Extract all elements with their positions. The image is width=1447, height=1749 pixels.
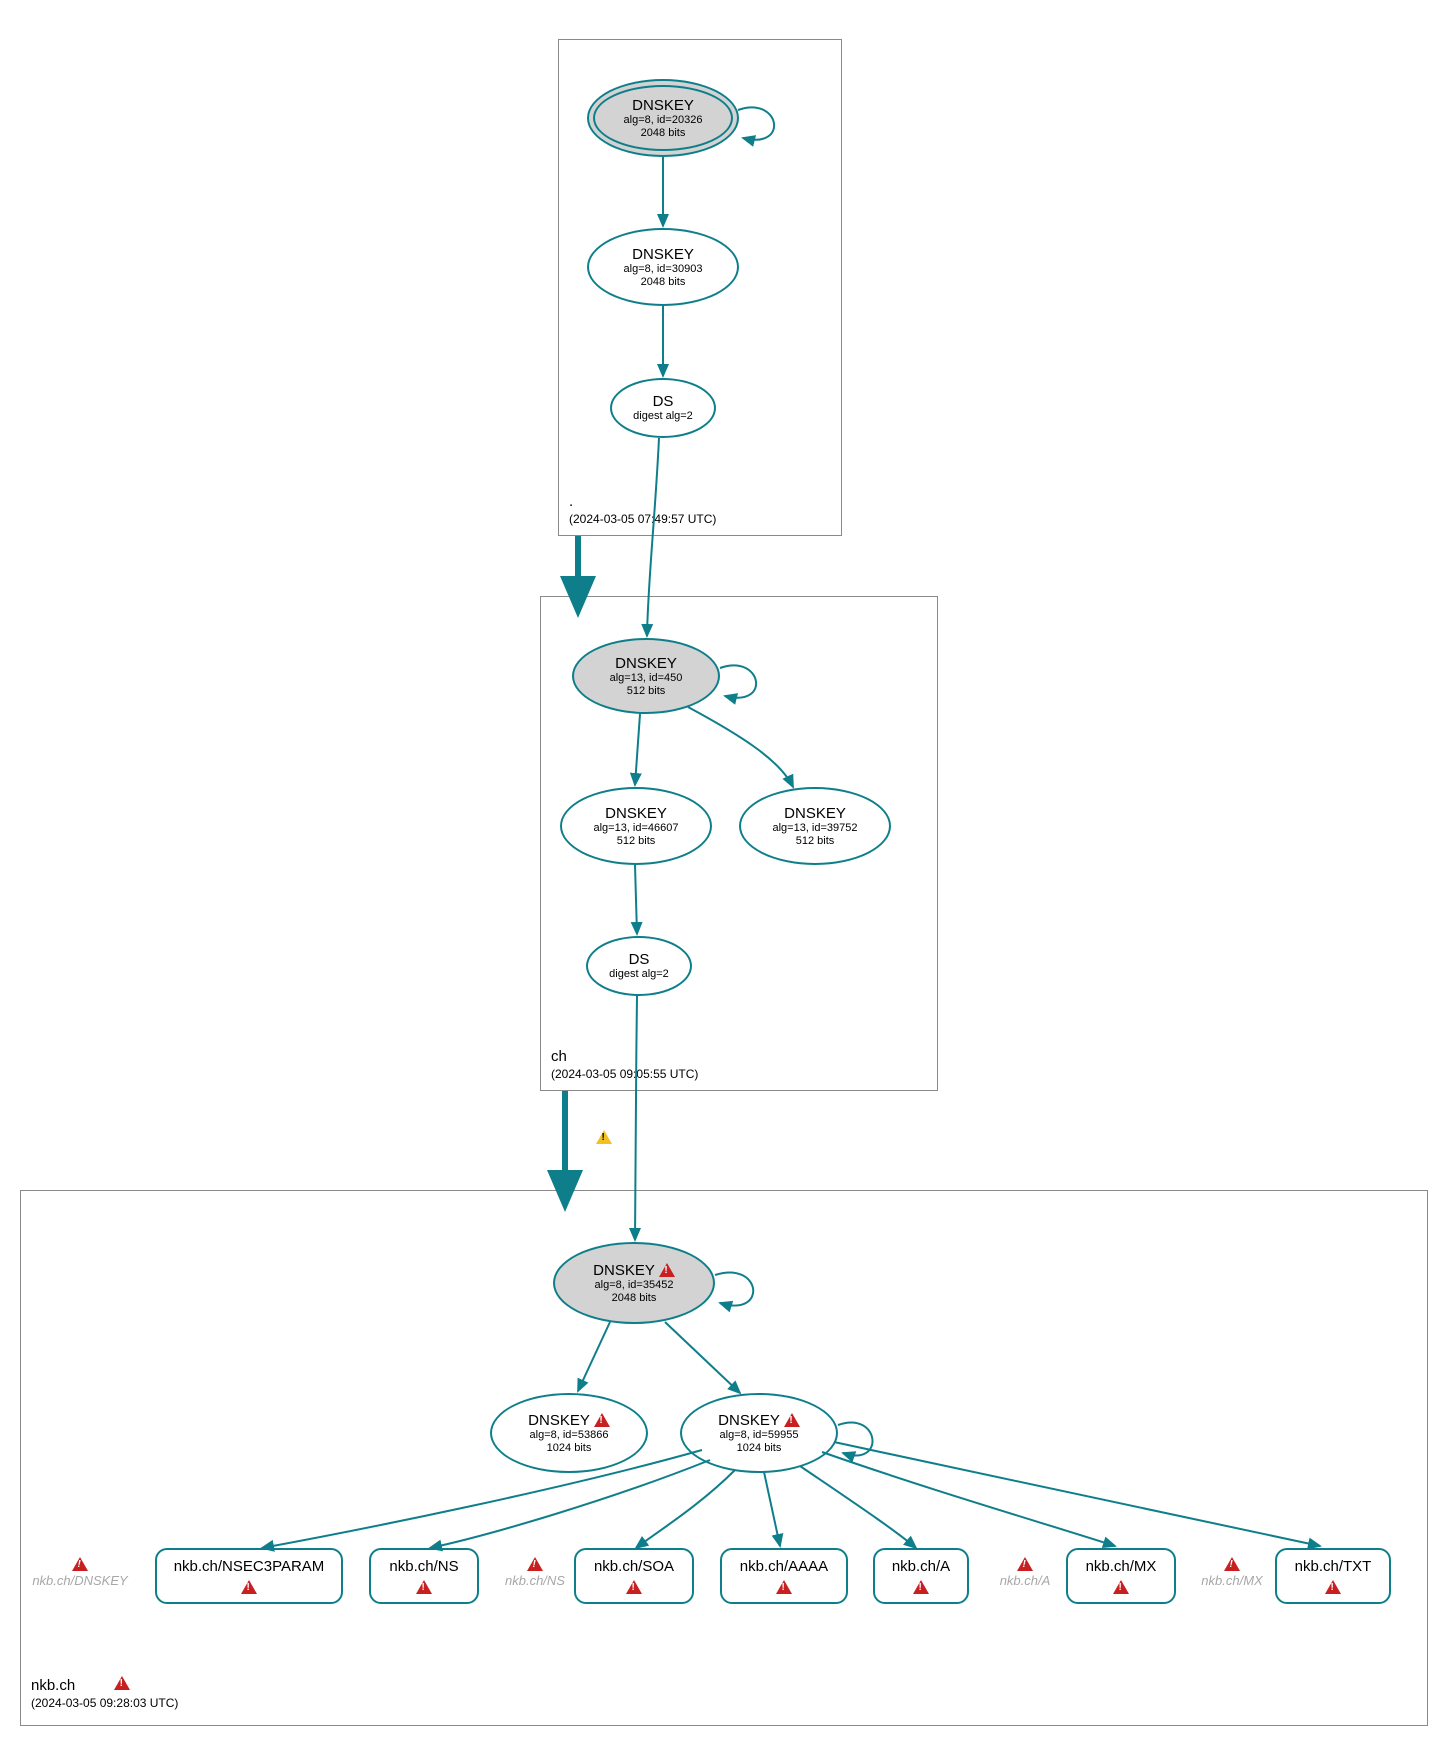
- warning-icon: [114, 1676, 130, 1690]
- zone-root-label: . (2024-03-05 07:49:57 UTC): [569, 493, 716, 527]
- node-ch-zsk2: DNSKEY alg=13, id=39752 512 bits: [739, 787, 891, 865]
- node-nkb-ksk: DNSKEY alg=8, id=35452 2048 bits: [553, 1242, 715, 1324]
- warning-icon: [1017, 1557, 1033, 1571]
- node-ch-ksk: DNSKEY alg=13, id=450 512 bits: [572, 638, 720, 714]
- warning-icon: [626, 1580, 642, 1594]
- rrset-nsec3param: nkb.ch/NSEC3PARAM: [155, 1548, 343, 1604]
- warning-icon: [776, 1580, 792, 1594]
- ghost-dnskey: nkb.ch/DNSKEY: [15, 1557, 145, 1588]
- warning-icon: [594, 1413, 610, 1427]
- warning-icon: [1325, 1580, 1341, 1594]
- zone-nkb-label: nkb.ch (2024-03-05 09:28:03 UTC): [31, 1676, 178, 1711]
- node-root-ksk: DNSKEY alg=8, id=20326 2048 bits: [587, 79, 739, 157]
- warning-icon: [72, 1557, 88, 1571]
- warning-icon: [1113, 1580, 1129, 1594]
- rrset-a: nkb.ch/A: [873, 1548, 969, 1604]
- warning-icon: [1224, 1557, 1240, 1571]
- warning-icon: [416, 1580, 432, 1594]
- node-nkb-zsk1: DNSKEY alg=8, id=53866 1024 bits: [490, 1393, 648, 1473]
- ghost-ns: nkb.ch/NS: [470, 1557, 600, 1588]
- node-root-ds: DS digest alg=2: [610, 378, 716, 438]
- warning-icon: [784, 1413, 800, 1427]
- warning-icon: [241, 1580, 257, 1594]
- node-ch-zsk: DNSKEY alg=13, id=46607 512 bits: [560, 787, 712, 865]
- rrset-ns: nkb.ch/NS: [369, 1548, 479, 1604]
- warning-icon: [659, 1263, 675, 1277]
- node-root-zsk: DNSKEY alg=8, id=30903 2048 bits: [587, 228, 739, 306]
- ghost-a: nkb.ch/A: [960, 1557, 1090, 1588]
- node-ch-ds: DS digest alg=2: [586, 936, 692, 996]
- warning-icon-yellow: [596, 1130, 612, 1144]
- diagram-canvas: . (2024-03-05 07:49:57 UTC) ch (2024-03-…: [0, 0, 1447, 1749]
- zone-ch-label: ch (2024-03-05 09:05:55 UTC): [551, 1048, 698, 1082]
- warning-icon: [913, 1580, 929, 1594]
- node-nkb-zsk2: DNSKEY alg=8, id=59955 1024 bits: [680, 1393, 838, 1473]
- rrset-aaaa: nkb.ch/AAAA: [720, 1548, 848, 1604]
- warning-icon: [527, 1557, 543, 1571]
- ghost-mx: nkb.ch/MX: [1167, 1557, 1297, 1588]
